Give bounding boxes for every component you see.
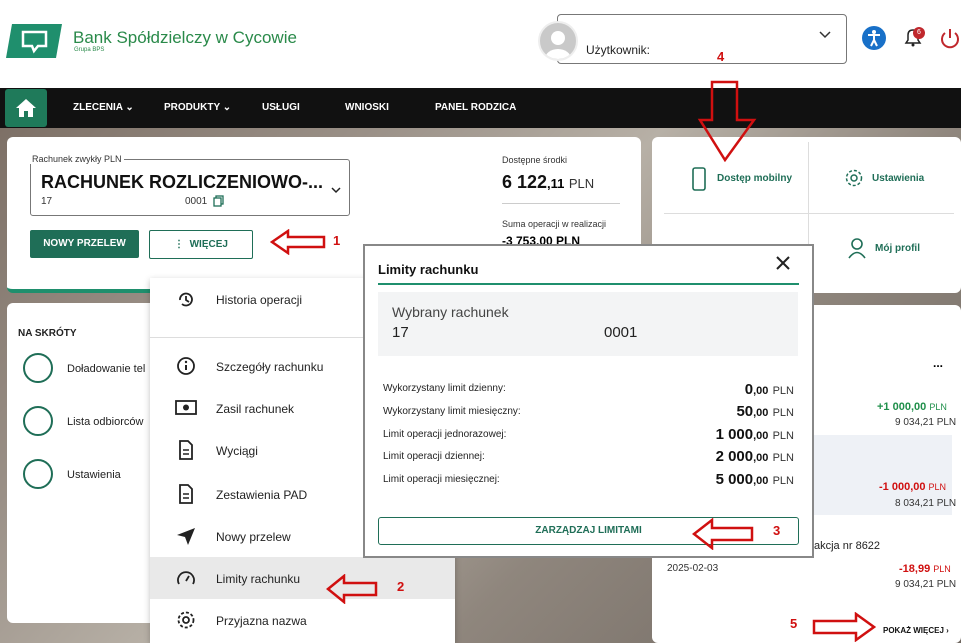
annotation-number-2: 2	[397, 579, 405, 594]
selected-account-label: Wybrany rachunek	[392, 304, 509, 320]
annotation-number-4: 4	[717, 49, 725, 64]
modal-title: Limity rachunku	[378, 262, 479, 277]
menu-item-new-transfer[interactable]: Nowy przelew	[216, 530, 291, 544]
limit-label: Limit operacji dziennej:	[383, 451, 485, 462]
transaction-balance: 9 034,21 PLN	[895, 417, 957, 428]
limit-label: Limit operacji jednorazowej:	[383, 429, 507, 440]
transaction-amount: +1 000,00 PLN	[877, 401, 947, 413]
limit-label: Wykorzystany limit miesięczny:	[383, 406, 521, 417]
limit-value: 2 000,00 PLN	[715, 448, 794, 465]
more-options-icon[interactable]: ...	[933, 356, 943, 370]
phone-icon	[692, 167, 706, 191]
limit-value: 0,00 PLN	[744, 381, 794, 398]
avatar	[538, 21, 578, 61]
limit-label: Limit operacji miesięcznej:	[383, 474, 500, 485]
document-icon	[179, 440, 193, 460]
annotation-arrow-5	[812, 612, 876, 642]
show-more-link[interactable]: POKAŻ WIĘCEJ ›	[883, 626, 949, 635]
menu-item-pad-reports[interactable]: Zestawienia PAD	[216, 488, 307, 502]
account-name: RACHUNEK ROZLICZENIOWO-...	[41, 172, 323, 192]
more-dots-icon: ⋮	[174, 239, 185, 250]
close-icon[interactable]	[776, 256, 790, 270]
shortcuts-title: NA SKRÓTY	[18, 328, 77, 339]
annotation-arrow-4	[697, 80, 757, 162]
mobile-access-link[interactable]: Dostęp mobilny	[717, 173, 792, 184]
bank-logo[interactable]	[6, 22, 62, 60]
annotation-arrow-3	[692, 518, 754, 550]
bank-name: Bank Spółdzielczy w Cycowie	[73, 28, 297, 47]
recipients-icon	[23, 406, 53, 436]
available-funds-label: Dostępne środki	[502, 155, 568, 165]
annotation-number-5: 5	[790, 616, 798, 631]
send-icon	[177, 528, 195, 545]
menu-item-friendly-name[interactable]: Przyjazna nazwa	[216, 614, 307, 628]
user-label: Użytkownik:	[586, 43, 651, 57]
transaction-description: akcja nr 8622	[814, 540, 881, 552]
home-button[interactable]	[5, 89, 47, 127]
limit-label: Wykorzystany limit dzienny:	[383, 383, 506, 394]
gear-icon	[177, 611, 195, 629]
menu-item-account-limits[interactable]: Limity rachunku	[216, 572, 300, 586]
chevron-down-icon: ⌄	[125, 102, 134, 113]
divider	[664, 213, 954, 214]
selected-account-box	[378, 292, 798, 356]
menu-item-history[interactable]: Historia operacji	[216, 293, 302, 307]
limit-value: 50,00 PLN	[736, 403, 794, 420]
document-icon	[179, 484, 193, 504]
my-profile-link[interactable]: Mój profil	[875, 243, 920, 254]
menu-item-fund-account[interactable]: Zasil rachunek	[216, 402, 294, 416]
settings-link[interactable]: Ustawienia	[872, 173, 924, 184]
user-icon	[848, 238, 866, 259]
divider	[502, 203, 620, 204]
history-icon	[179, 292, 193, 307]
annotation-arrow-2	[326, 574, 378, 604]
bank-group: Grupa BPS	[74, 47, 105, 53]
account-number-end: 0001	[185, 196, 208, 207]
account-type-label: Rachunek zwykły PLN	[30, 154, 124, 164]
selected-account-number-end: 0001	[604, 324, 638, 341]
new-transfer-button[interactable]: NOWY PRZELEW	[30, 230, 139, 258]
account-number-start: 17	[41, 196, 53, 207]
info-icon	[177, 357, 195, 375]
accessibility-icon[interactable]	[862, 26, 886, 50]
selected-account-number-start: 17	[392, 324, 409, 341]
pending-operations-label: Suma operacji w realizacji	[502, 219, 607, 229]
nav-wnioski[interactable]: WNIOSKI	[345, 88, 389, 128]
gear-icon	[23, 459, 53, 489]
annotation-arrow-1	[270, 229, 326, 255]
transaction-amount: -1 000,00 PLN	[879, 481, 947, 493]
available-funds: 6 122,11 PLN	[502, 172, 595, 192]
limit-value: 5 000,00 PLN	[715, 471, 794, 488]
chevron-down-icon[interactable]	[818, 28, 832, 42]
nav-zlecenia[interactable]: ZLECENIA ⌄	[73, 88, 134, 128]
more-button[interactable]: ⋮ WIĘCEJ	[149, 230, 253, 259]
notification-badge: 6	[913, 27, 925, 39]
transaction-balance: 9 034,21 PLN	[895, 579, 957, 590]
menu-item-statements[interactable]: Wyciągi	[216, 444, 258, 458]
transaction-balance: 8 034,21 PLN	[895, 498, 957, 509]
phone-topup-icon	[23, 353, 53, 383]
annotation-number-3: 3	[773, 523, 781, 538]
nav-produkty[interactable]: PRODUKTY ⌄	[164, 88, 231, 128]
gauge-icon	[177, 571, 195, 585]
menu-item-account-details[interactable]: Szczegóły rachunku	[216, 360, 323, 374]
shortcut-phone-topup[interactable]: Doładowanie tel	[67, 363, 145, 375]
chevron-down-icon[interactable]	[330, 184, 342, 196]
transaction-date: 2025-02-03	[667, 563, 719, 574]
transaction-amount: -18,99 PLN	[899, 563, 951, 575]
annotation-number-1: 1	[333, 233, 341, 248]
copy-icon[interactable]	[213, 195, 225, 207]
nav-panel-rodzica[interactable]: PANEL RODZICA	[435, 88, 516, 128]
modal-title-underline	[378, 283, 799, 285]
shortcut-recipients[interactable]: Lista odbiorców	[67, 416, 143, 428]
money-icon	[175, 400, 197, 415]
limit-value: 1 000,00 PLN	[715, 426, 794, 443]
home-icon	[16, 99, 36, 117]
chevron-down-icon: ⌄	[222, 102, 232, 113]
gear-icon	[845, 169, 863, 187]
nav-uslugi[interactable]: USŁUGI	[262, 88, 300, 128]
power-icon[interactable]	[939, 27, 961, 49]
shortcut-settings[interactable]: Ustawienia	[67, 469, 121, 481]
